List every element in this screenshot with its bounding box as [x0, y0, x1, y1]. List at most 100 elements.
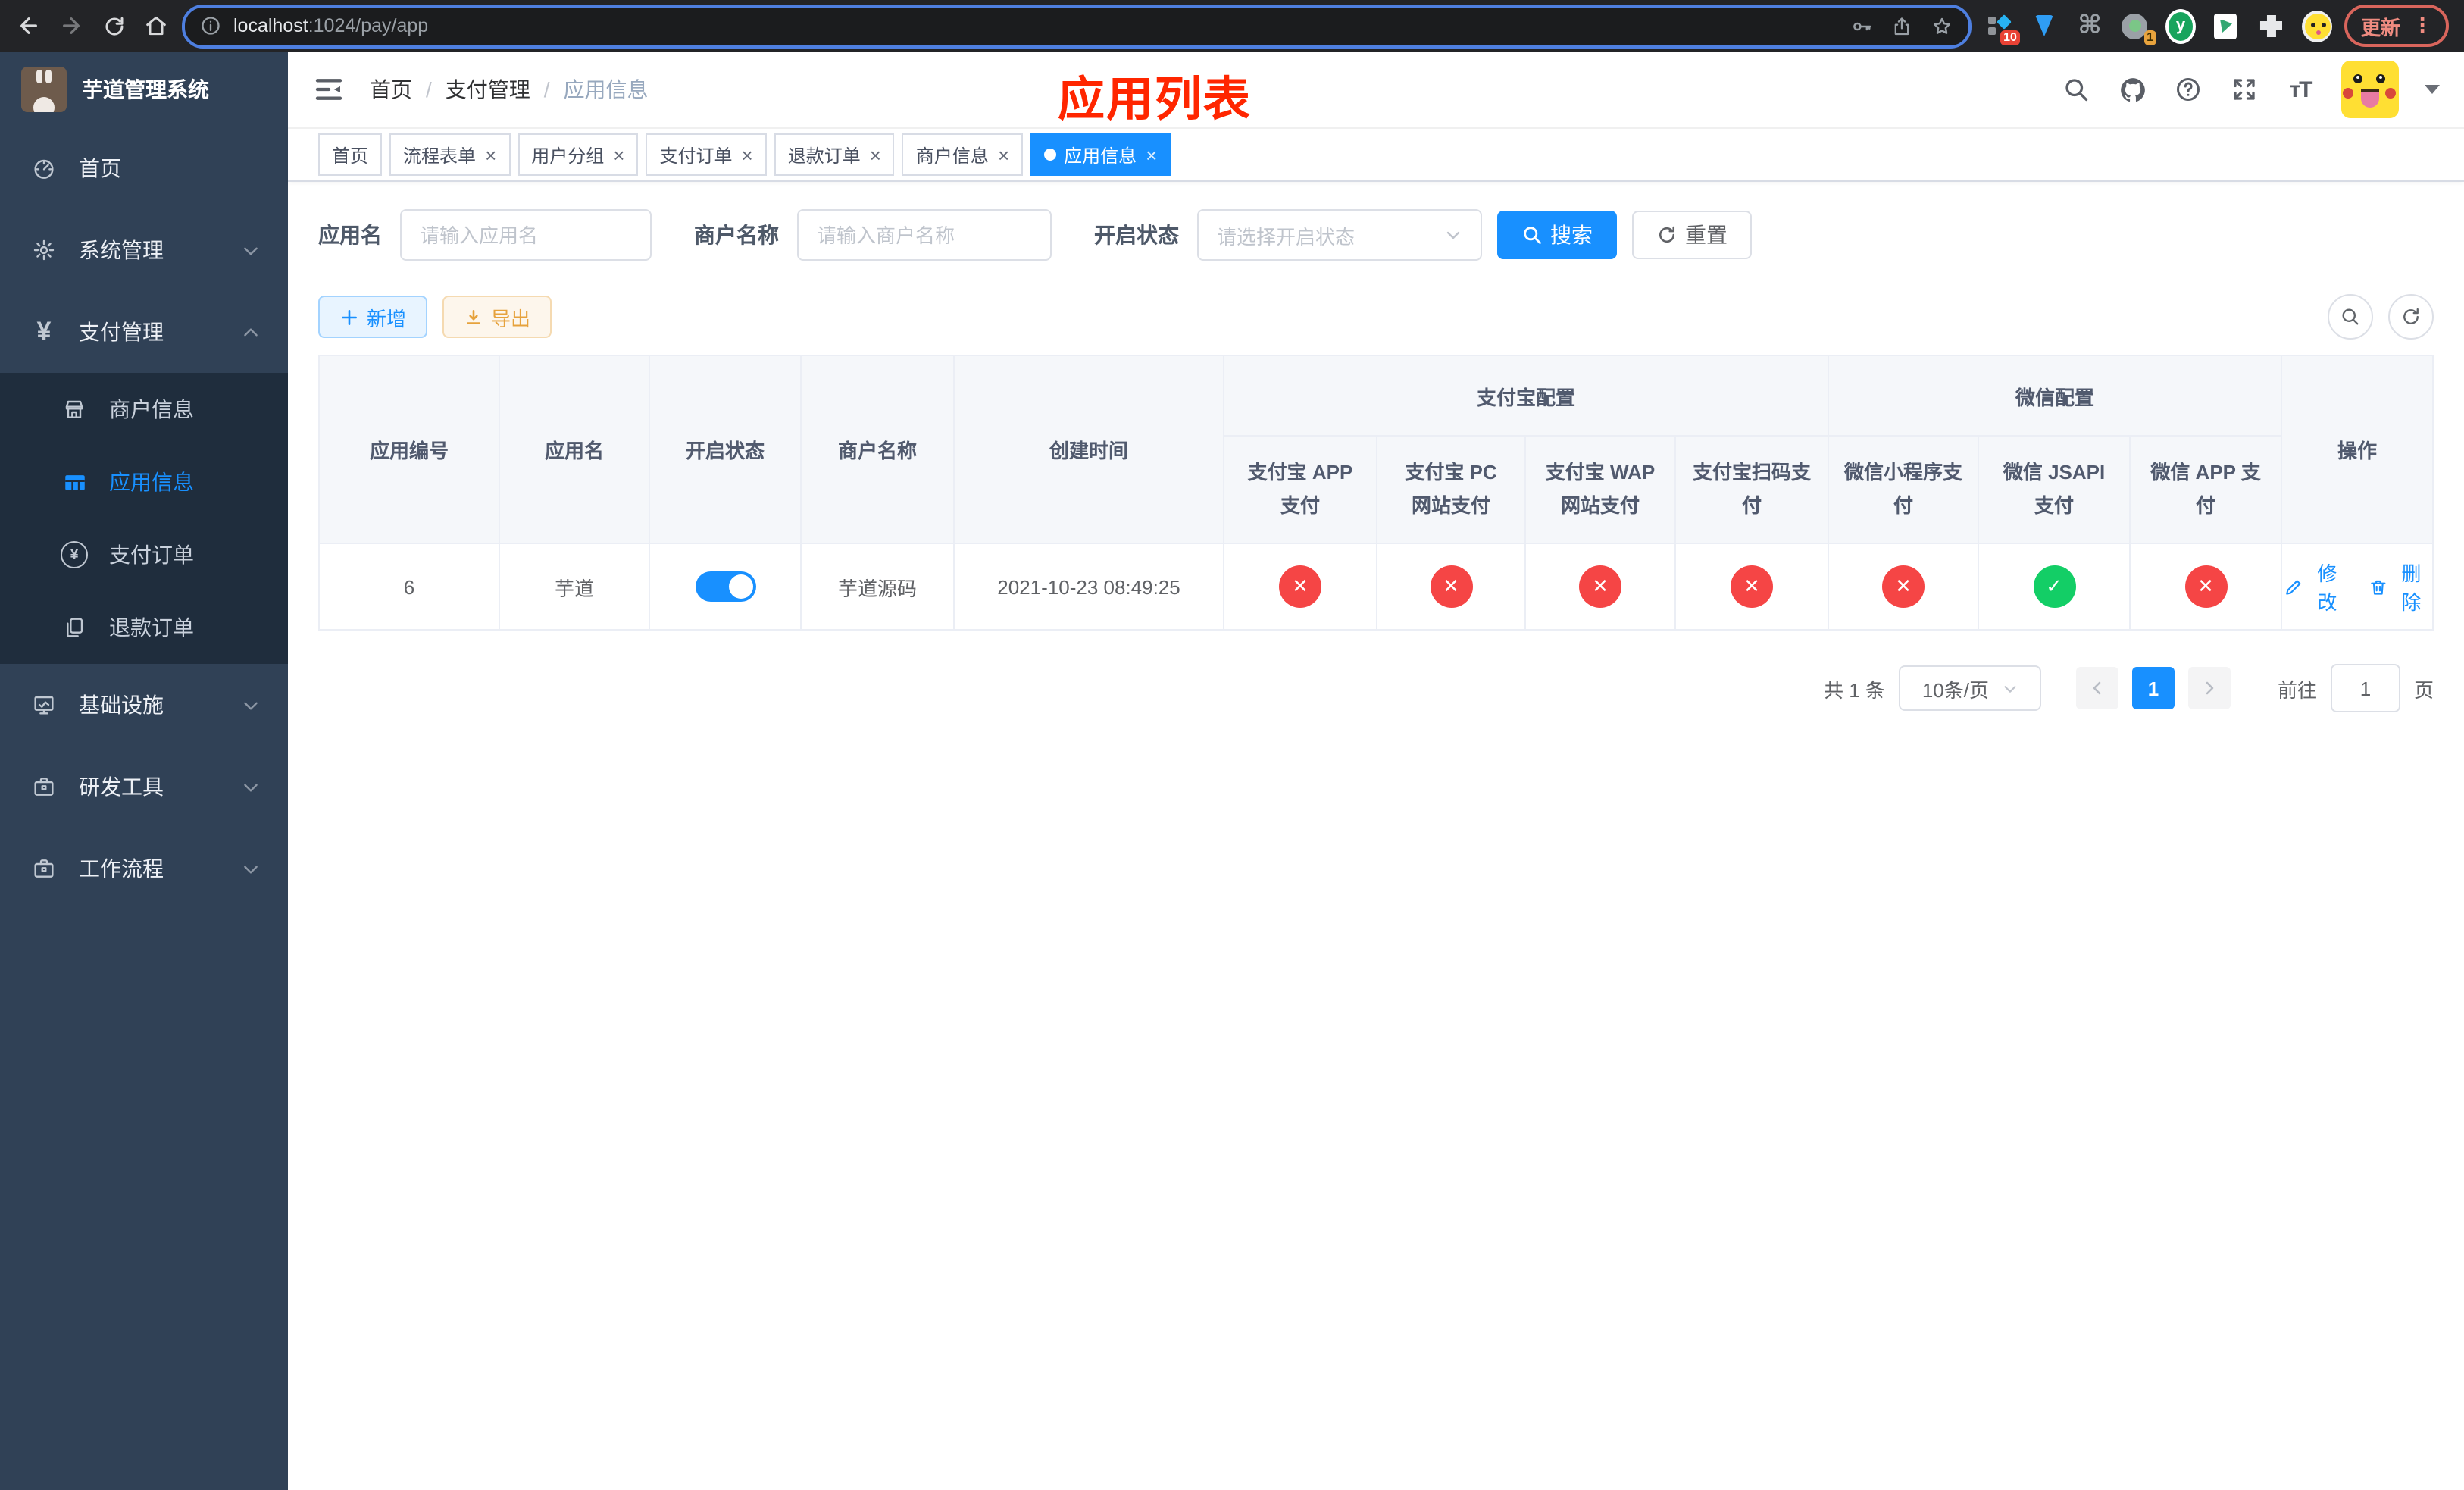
- close-icon[interactable]: ×: [998, 145, 1009, 164]
- sidebar-collapse-icon[interactable]: [312, 73, 346, 106]
- tags-view-bar: 首页 流程表单 × 用户分组 × 支付订单 × 退款订单 × 商户信息 × 应用信息 ×: [288, 129, 2464, 182]
- close-icon[interactable]: ×: [485, 145, 496, 164]
- cell-app-id: 6: [318, 543, 500, 631]
- close-icon[interactable]: ×: [742, 145, 753, 164]
- dashboard-icon: [30, 156, 58, 180]
- refresh-icon: [2403, 308, 2419, 324]
- merchant-name-input[interactable]: [797, 209, 1052, 261]
- close-icon[interactable]: ×: [1146, 145, 1157, 164]
- app-title: 芋道管理系统: [82, 77, 209, 102]
- next-page-button[interactable]: [2187, 667, 2231, 709]
- browser-menu-icon[interactable]: ⋮: [2412, 14, 2432, 38]
- table-row: 6 芋道 芋道源码 2021-10-23 08:49:25 ✕ ✕ ✕ ✕ ✕ ✓ ✕ 修改…: [318, 543, 2434, 631]
- app-name-input[interactable]: [400, 209, 652, 261]
- status-toggle[interactable]: [695, 571, 755, 602]
- address-bar[interactable]: localhost:1024/pay/app: [182, 4, 1972, 48]
- browser-home-icon[interactable]: [142, 12, 170, 39]
- active-dot: [1044, 149, 1057, 161]
- reset-button[interactable]: 重置: [1632, 211, 1752, 259]
- column-header-pay-6: 微信 APP 支付: [2129, 435, 2283, 544]
- page-size-select[interactable]: 10条/页: [1898, 665, 2041, 711]
- plus-icon: [342, 309, 357, 324]
- cell-merchant: 芋道源码: [800, 543, 955, 631]
- cell-actions: 修改 删除: [2281, 543, 2434, 631]
- close-icon[interactable]: ×: [613, 145, 624, 164]
- help-icon[interactable]: [2173, 74, 2203, 105]
- column-header-pay-3: 支付宝扫码支付: [1674, 435, 1830, 544]
- column-header-pay-5: 微信 JSAPI 支付: [1978, 435, 2131, 544]
- cell-pay-status: ✕: [1223, 543, 1377, 631]
- breadcrumb-pay[interactable]: 支付管理: [446, 74, 530, 105]
- chevron-down-icon: [1446, 231, 1460, 239]
- sidebar-item-payment[interactable]: ¥ 支付管理: [0, 291, 288, 373]
- site-info-icon[interactable]: [200, 15, 221, 36]
- search-button[interactable]: 搜索: [1497, 211, 1617, 259]
- column-header-pay-2: 支付宝 WAP 网站支付: [1524, 435, 1676, 544]
- extension-badge: 1: [2143, 30, 2156, 45]
- cell-pay-status: ✓: [1978, 543, 2131, 631]
- browser-forward-icon[interactable]: [58, 12, 85, 39]
- avatar-caret-icon[interactable]: [2425, 85, 2440, 94]
- toggle-search-button[interactable]: [2328, 294, 2373, 340]
- sidebar-menu: 首页 系统管理 ¥ 支付管理 商户信息 应用信息 ¥ 支付订单 退款订单 基础设施 研发工具 工作流程: [0, 127, 288, 909]
- search-icon: [1524, 227, 1541, 244]
- cell-app-name: 芋道: [499, 543, 650, 631]
- goto-page-input[interactable]: [2330, 664, 2400, 712]
- toolbox-icon: [30, 856, 58, 881]
- browser-back-icon[interactable]: [15, 12, 42, 39]
- extension-kite-icon[interactable]: [2029, 11, 2059, 41]
- cross-badge: ✕: [1731, 565, 1773, 608]
- github-icon[interactable]: [2117, 74, 2147, 105]
- tab-用户分组[interactable]: 用户分组 ×: [518, 133, 639, 176]
- export-button[interactable]: 导出: [442, 296, 552, 338]
- prev-page-button[interactable]: [2075, 667, 2118, 709]
- goto-unit: 页: [2413, 678, 2434, 701]
- column-header-pay-4: 微信小程序支付: [1828, 435, 1980, 544]
- tab-退款订单[interactable]: 退款订单 ×: [774, 133, 895, 176]
- close-icon[interactable]: ×: [870, 145, 881, 164]
- breadcrumb-home[interactable]: 首页: [370, 74, 412, 105]
- share-icon[interactable]: [1891, 14, 1912, 37]
- tab-流程表单[interactable]: 流程表单 ×: [389, 133, 511, 176]
- edit-link[interactable]: 修改: [2284, 558, 2347, 615]
- extensions-puzzle-icon[interactable]: [2256, 11, 2287, 41]
- tab-应用信息[interactable]: 应用信息 ×: [1030, 133, 1171, 176]
- cell-pay-status: ✕: [1674, 543, 1830, 631]
- browser-reload-icon[interactable]: [100, 12, 127, 39]
- cell-pay-status: ✕: [1828, 543, 1980, 631]
- sidebar-item-home[interactable]: 首页: [0, 127, 288, 209]
- fullscreen-icon[interactable]: [2229, 74, 2259, 105]
- extension-y-icon[interactable]: y: [2165, 8, 2196, 43]
- tab-商户信息[interactable]: 商户信息 ×: [902, 133, 1024, 176]
- password-key-icon[interactable]: [1850, 14, 1873, 37]
- update-label: 更新: [2360, 16, 2400, 39]
- extension-doc-icon[interactable]: [2211, 11, 2241, 41]
- font-size-icon[interactable]: ᴛT: [2285, 74, 2315, 105]
- add-button[interactable]: 新增: [318, 296, 428, 338]
- browser-profile-avatar[interactable]: [2301, 10, 2332, 42]
- tab-首页[interactable]: 首页: [318, 133, 383, 176]
- user-avatar[interactable]: [2341, 61, 2399, 118]
- cross-badge: ✕: [2184, 565, 2228, 608]
- extension-target-icon[interactable]: 1: [2120, 11, 2156, 45]
- page-number-button[interactable]: 1: [2131, 667, 2175, 709]
- refresh-table-button[interactable]: [2388, 294, 2434, 340]
- sidebar-item-infrastructure[interactable]: 基础设施: [0, 664, 288, 746]
- sidebar-item-merchant-info[interactable]: 商户信息: [0, 373, 288, 446]
- bookmark-star-icon[interactable]: [1931, 14, 1953, 37]
- app-logo[interactable]: 芋道管理系统: [0, 52, 288, 127]
- sidebar-item-workflow[interactable]: 工作流程: [0, 828, 288, 909]
- sidebar-item-refund-order[interactable]: 退款订单: [0, 591, 288, 664]
- header-search-icon[interactable]: [2061, 74, 2091, 105]
- extension-command-icon[interactable]: ⌘: [2075, 11, 2105, 41]
- sidebar-item-pay-order[interactable]: ¥ 支付订单: [0, 518, 288, 591]
- sidebar-item-system[interactable]: 系统管理: [0, 209, 288, 291]
- tab-支付订单[interactable]: 支付订单 ×: [646, 133, 767, 176]
- sidebar-item-app-info[interactable]: 应用信息: [0, 446, 288, 518]
- browser-update-button[interactable]: 更新 ⋮: [2344, 5, 2449, 47]
- column-header-app-name: 应用名: [499, 355, 650, 544]
- extension-squares-icon[interactable]: 10: [1984, 11, 2020, 45]
- status-select[interactable]: 请选择开启状态: [1197, 209, 1482, 261]
- sidebar-item-dev-tools[interactable]: 研发工具: [0, 746, 288, 828]
- delete-link[interactable]: 删除: [2368, 558, 2431, 615]
